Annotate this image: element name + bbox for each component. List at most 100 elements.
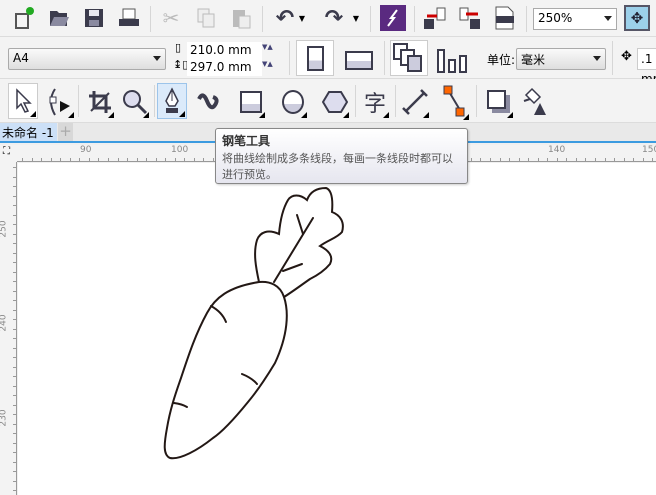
ellipse-tool-button[interactable] [278,85,308,119]
separator [262,6,263,32]
dimension-tool-button[interactable] [400,85,430,119]
zoom-tool-button[interactable] [120,85,150,119]
ruler-tick [13,300,16,301]
zoom-level-combo[interactable]: 250% [533,8,617,30]
ruler-tick [13,186,16,187]
ruler-tick [604,158,606,161]
shape-tool-button[interactable] [45,85,75,119]
toolbox: 字 [0,79,656,123]
publish-pdf-icon[interactable] [492,5,518,31]
separator [355,85,356,117]
nudge-input[interactable]: .1 mm [637,48,656,86]
units-combo[interactable]: 毫米 [516,48,606,70]
property-bar: A4 ▯ 210.0 mm ↨▯ 297.0 mm ▼▲ ▼▲ 单位: 毫米 ✥… [0,37,656,86]
polygon-tool-button[interactable] [320,85,350,119]
ruler-tick [127,158,129,161]
all-pages-button[interactable] [390,40,428,76]
ruler-tick [13,243,16,244]
ruler-tick [13,233,16,235]
add-document-tab[interactable]: + [58,123,73,141]
tooltip-body: 将曲线绘制成多条线段，每画一条线段时都可以进行预览。 [222,152,453,181]
ruler-tick [13,423,16,425]
rectangle-tool-button[interactable] [236,85,266,119]
copy-icon[interactable] [193,5,219,31]
landscape-icon[interactable] [345,51,373,70]
ruler-tick [31,158,33,161]
height-spinner[interactable]: ▼▲ [262,60,273,68]
ruler-tick [13,357,16,358]
ruler-tick [184,158,186,161]
ruler-tick [193,158,195,161]
separator [395,85,396,117]
leaf-vein [296,214,304,235]
pen-tool-button[interactable] [157,83,187,119]
document-tab[interactable]: 未命名 -1 [0,123,57,141]
page-width-input[interactable]: 210.0 mm [187,42,262,59]
ruler-tick [13,376,16,377]
ruler-tick [60,158,62,161]
save-icon[interactable] [81,5,107,31]
units-label: 单位: [487,53,516,67]
separator [612,41,613,75]
undo-dropdown-icon[interactable]: ▼ [296,5,308,31]
ruler-tick [13,262,16,263]
full-screen-preview-icon[interactable]: ✥ [624,5,650,31]
leaf-vein [282,263,303,272]
export-icon[interactable] [457,5,483,31]
new-document-icon[interactable] [11,5,37,31]
artistic-media-tool-button[interactable] [194,85,224,119]
width-spinner[interactable]: ▼▲ [262,43,273,51]
carrot-body [163,280,288,460]
ruler-tick [13,433,16,434]
page-size-combo[interactable]: A4 [8,48,166,70]
print-icon[interactable] [116,5,142,31]
undo-icon[interactable]: ↶ [272,5,298,31]
ruler-label: 240 [0,314,9,332]
ruler-tick [13,195,16,197]
ruler-tick [537,158,539,161]
ellipse-icon [282,90,304,114]
corel-connect-icon[interactable] [380,5,406,31]
ruler-tick [13,442,16,444]
ruler-tick [13,281,16,282]
cut-icon[interactable]: ✂ [158,5,184,31]
ruler-tick [13,366,16,368]
body-line [210,305,227,323]
chevron-down-icon [153,56,161,61]
separator [476,85,477,117]
vertical-ruler[interactable]: 250 240 230 [0,162,17,495]
text-tool-button[interactable]: 字 [360,85,390,119]
paste-icon[interactable] [228,5,254,31]
ruler-tick [13,328,16,330]
drawing-canvas[interactable] [18,163,656,495]
fill-tool-button[interactable] [518,85,552,119]
carrot-drawing[interactable] [18,163,656,495]
ruler-tick [79,158,81,161]
units-value: 毫米 [521,53,546,67]
drop-shadow-tool-button[interactable] [484,85,514,119]
redo-dropdown-icon[interactable]: ▼ [350,5,362,31]
ruler-tick [69,158,71,161]
ruler-origin[interactable]: ⛶ [0,145,17,162]
import-icon[interactable] [422,5,448,31]
redo-icon[interactable]: ↷ [321,5,347,31]
separator [78,85,79,117]
page-height-input[interactable]: 297.0 mm [187,59,262,76]
ruler-tick [13,404,16,406]
body-line [241,373,258,385]
portrait-icon [307,46,324,71]
portrait-button[interactable] [296,40,334,76]
ruler-tick [614,158,616,161]
connector-tool-button[interactable] [440,83,470,121]
ruler-tick [595,158,596,161]
ruler-label: 150 [642,145,656,155]
standard-toolbar: ✂ ↶ ▼ ↷ ▼ 250% ✥ [0,0,656,37]
pick-tool-button[interactable] [8,83,38,119]
ruler-tick [13,319,16,320]
current-page-icon[interactable] [436,48,470,74]
crop-tool-button[interactable] [85,85,115,119]
page-height-icon: ↨▯ [173,58,189,71]
page-width-icon: ▯ [175,41,182,54]
open-icon[interactable] [46,5,72,31]
ruler-tick [13,347,16,349]
